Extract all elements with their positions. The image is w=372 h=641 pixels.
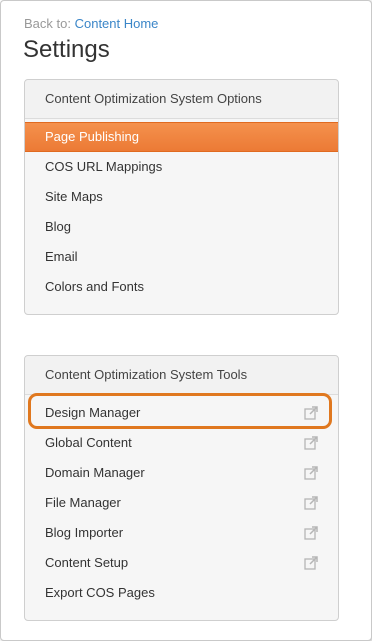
options-panel: Content Optimization System Options Page… (24, 79, 339, 315)
menu-item-content-setup[interactable]: Content Setup (25, 548, 338, 578)
breadcrumb: Back to: Content Home (24, 16, 158, 31)
tools-panel: Content Optimization System Tools Design… (24, 355, 339, 621)
external-link-icon (304, 526, 318, 540)
menu-item-label: Blog Importer (45, 525, 124, 540)
external-link-icon (304, 406, 318, 420)
external-link-icon (304, 496, 318, 510)
menu-item-domain-manager[interactable]: Domain Manager (25, 458, 338, 488)
menu-item-label: Design Manager (45, 405, 141, 420)
menu-item-label: Export COS Pages (45, 585, 155, 600)
external-link-icon (304, 436, 318, 450)
menu-item-export-cos-pages[interactable]: Export COS Pages (25, 578, 338, 608)
external-link-icon (304, 466, 318, 480)
page-title: Settings (23, 36, 110, 63)
menu-item-cos-url-mappings[interactable]: COS URL Mappings (25, 152, 338, 182)
menu-item-file-manager[interactable]: File Manager (25, 488, 338, 518)
menu-item-email[interactable]: Email (25, 242, 338, 272)
menu-item-label: Content Setup (45, 555, 129, 570)
menu-item-label: Global Content (45, 435, 132, 450)
menu-item-global-content[interactable]: Global Content (25, 428, 338, 458)
content-home-link[interactable]: Content Home (75, 16, 159, 31)
options-panel-header: Content Optimization System Options (25, 80, 338, 119)
menu-item-colors-and-fonts[interactable]: Colors and Fonts (25, 272, 338, 302)
external-link-icon (304, 556, 318, 570)
menu-item-label: Domain Manager (45, 465, 145, 480)
menu-item-blog[interactable]: Blog (25, 212, 338, 242)
menu-item-page-publishing[interactable]: Page Publishing (25, 122, 338, 152)
menu-item-design-manager[interactable]: Design Manager (25, 398, 338, 428)
menu-item-site-maps[interactable]: Site Maps (25, 182, 338, 212)
menu-item-label: File Manager (45, 495, 121, 510)
menu-item-blog-importer[interactable]: Blog Importer (25, 518, 338, 548)
back-prefix: Back to: (24, 16, 71, 31)
tools-panel-header: Content Optimization System Tools (25, 356, 338, 395)
